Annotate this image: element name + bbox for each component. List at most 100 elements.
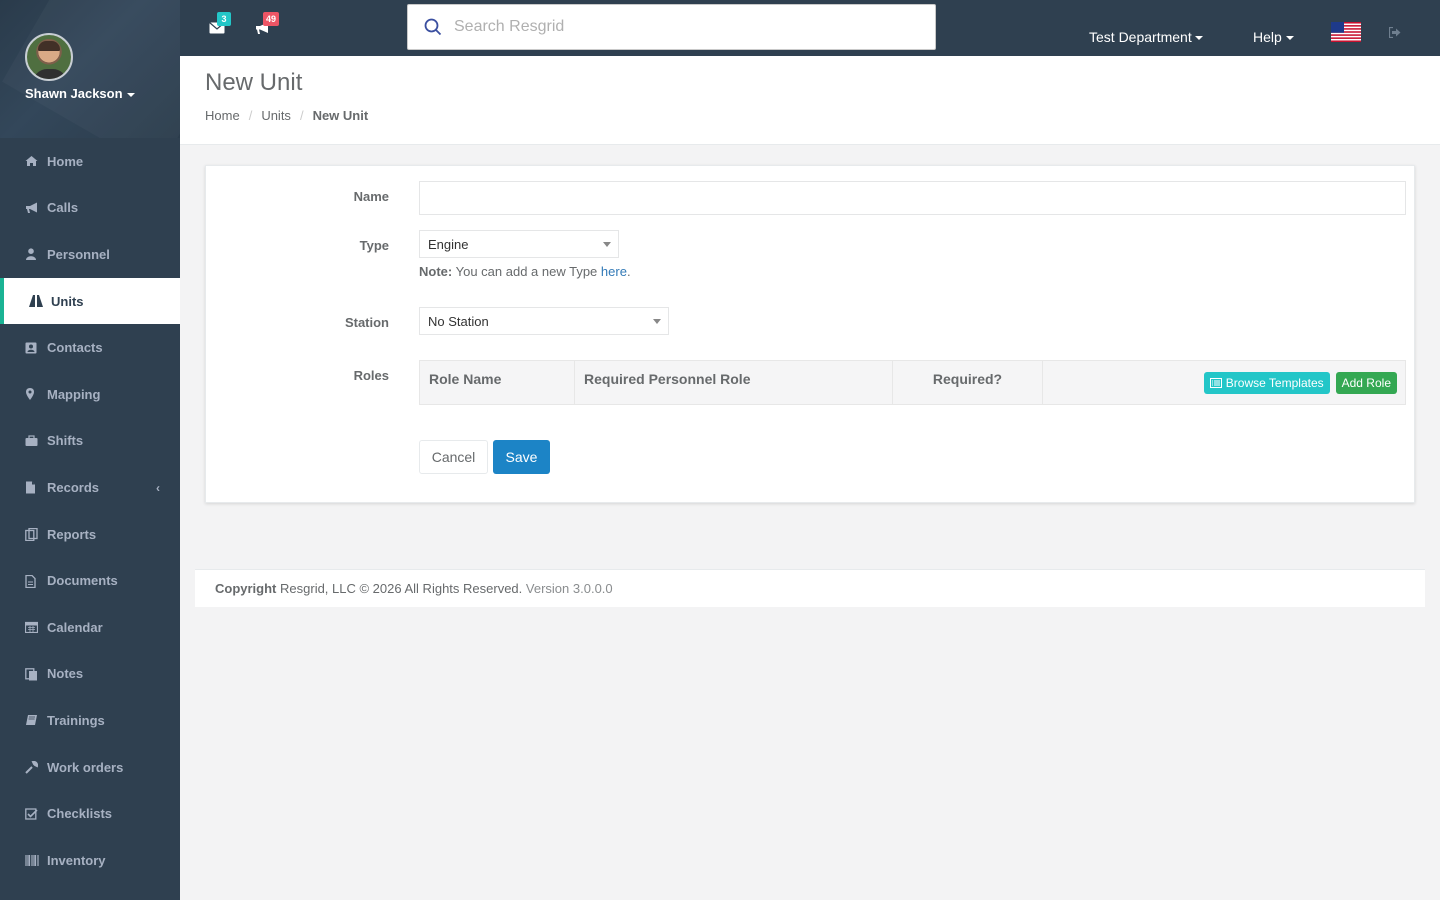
type-select[interactable]: Engine (419, 230, 619, 258)
dropdown-arrow-icon (653, 319, 661, 324)
bullhorn-icon (25, 202, 38, 214)
sidebar-item-personnel[interactable]: Personnel (0, 231, 180, 278)
add-role-label: Add Role (1341, 375, 1391, 390)
type-selected-value: Engine (428, 237, 469, 252)
book-icon (25, 714, 38, 726)
sidebar-item-label: Checklists (47, 806, 113, 822)
messages-button[interactable]: 3 (209, 12, 231, 34)
browse-templates-label: Browse Templates (1225, 375, 1324, 390)
sidebar-item-label: Units (51, 293, 84, 309)
logout-icon[interactable] (1388, 26, 1401, 39)
calls-button[interactable]: 49 (255, 12, 280, 34)
station-selected-value: No Station (428, 314, 489, 329)
sidebar-item-mapping[interactable]: Mapping (0, 371, 180, 418)
sidebar-item-documents[interactable]: Documents (0, 557, 180, 604)
sidebar-item-label: Calls (47, 200, 79, 216)
version-text: Version 3.0.0.0 (525, 581, 613, 596)
sidebar-item-reports[interactable]: Reports (0, 511, 180, 558)
sidebar-item-home[interactable]: Home (0, 138, 180, 185)
station-select[interactable]: No Station (419, 307, 669, 335)
calendar-icon (24, 621, 39, 634)
search-icon (424, 18, 442, 36)
breadcrumb-home[interactable]: Home (205, 108, 240, 123)
browse-templates-button[interactable]: Browse Templates (1203, 371, 1330, 394)
station-label: Station (344, 315, 389, 330)
cancel-button[interactable]: Cancel (419, 440, 488, 474)
sidebar-item-label: Home (47, 153, 84, 169)
column-header-required: Required? (893, 361, 1043, 404)
sidebar-item-units[interactable]: Units (0, 277, 180, 325)
sidebar-item-calls[interactable]: Calls (0, 185, 180, 232)
map-marker-icon (25, 388, 38, 401)
avatar[interactable] (25, 33, 73, 81)
roles-actions: Browse Templates Add Role (1043, 361, 1405, 404)
sidebar-item-records[interactable]: Records ‹ (0, 464, 180, 511)
sidebar-item-inventory[interactable]: Inventory (0, 837, 180, 884)
sidebar-item-shifts[interactable]: Shifts (0, 418, 180, 465)
footer: Copyright Resgrid, LLC © 2026 All Rights… (195, 569, 1425, 607)
messages-count-badge: 3 (217, 12, 231, 26)
type-label: Type (359, 238, 389, 253)
sidebar-item-label: Records (47, 479, 100, 495)
caret-down-icon (1285, 36, 1294, 41)
sidebar-item-checklists[interactable]: Checklists (0, 790, 180, 837)
column-header-role-name: Role Name (420, 361, 575, 404)
sidebar-item-trainings[interactable]: Trainings (0, 697, 180, 744)
sidebar-item-label: Contacts (47, 340, 103, 356)
sidebar-item-calendar[interactable]: Calendar (0, 604, 180, 651)
department-label: Test Department (1089, 29, 1192, 45)
sidebar-item-label: Personnel (47, 246, 110, 262)
notes-icon (25, 667, 38, 681)
sidebar-item-contacts[interactable]: Contacts (0, 324, 180, 371)
chevron-left-icon: ‹ (156, 481, 160, 496)
breadcrumb-current: New Unit (312, 108, 369, 123)
sidebar-item-label: Notes (47, 666, 84, 682)
add-type-link[interactable]: here (601, 264, 627, 279)
sidebar-item-label: Mapping (47, 386, 101, 402)
type-note: Note: You can add a new Type here. (419, 264, 631, 279)
file-icon (25, 481, 38, 494)
document-icon (25, 574, 38, 588)
address-book-icon (25, 342, 38, 354)
sidebar-item-label: Shifts (47, 433, 84, 449)
note-text: You can add a new Type (455, 264, 598, 279)
help-label: Help (1253, 29, 1282, 45)
user-icon (25, 248, 38, 261)
top-navbar: 3 49 Test Department Help (180, 0, 1440, 56)
copyright-text: Resgrid, LLC © 2026 All Rights Reserved. (280, 581, 523, 596)
breadcrumb-separator: / (248, 108, 253, 123)
save-button[interactable]: Save (493, 440, 550, 474)
calls-count-badge: 49 (263, 12, 280, 26)
name-input[interactable] (419, 181, 1406, 215)
help-dropdown[interactable]: Help (1253, 29, 1294, 45)
department-dropdown[interactable]: Test Department (1089, 29, 1203, 45)
sidebar-item-label: Calendar (47, 619, 103, 635)
note-bold: Note: (419, 264, 453, 279)
wrench-icon (25, 760, 39, 774)
caret-down-icon (126, 92, 135, 97)
add-role-button[interactable]: Add Role (1335, 371, 1397, 394)
caret-down-icon (1194, 36, 1203, 41)
copyright-bold: Copyright (215, 581, 277, 596)
sidebar-item-label: Trainings (47, 712, 105, 728)
search-bar (407, 4, 936, 50)
sidebar-item-notes[interactable]: Notes (0, 651, 180, 698)
sidebar-item-work-orders[interactable]: Work orders (0, 744, 180, 791)
briefcase-icon (25, 435, 38, 447)
road-icon (29, 295, 43, 308)
us-flag-icon[interactable] (1331, 22, 1361, 42)
search-input[interactable] (454, 18, 914, 36)
profile-panel: Shawn Jackson (0, 0, 180, 138)
barcode-icon (25, 854, 39, 867)
page-heading: New Unit Home / Units / New Unit (180, 56, 1440, 145)
breadcrumb-units[interactable]: Units (261, 108, 291, 123)
column-header-required-personnel-role: Required Personnel Role (575, 361, 893, 404)
note-period: . (626, 264, 631, 279)
sidebar: Shawn Jackson Home Calls Personnel Units… (0, 0, 180, 900)
list-alt-icon (1209, 377, 1222, 388)
sidebar-item-label: Reports (47, 526, 97, 542)
profile-name-dropdown[interactable]: Shawn Jackson (25, 86, 180, 101)
breadcrumb: Home / Units / New Unit (205, 108, 1440, 123)
breadcrumb-separator: / (299, 108, 304, 123)
reports-icon (25, 527, 38, 542)
